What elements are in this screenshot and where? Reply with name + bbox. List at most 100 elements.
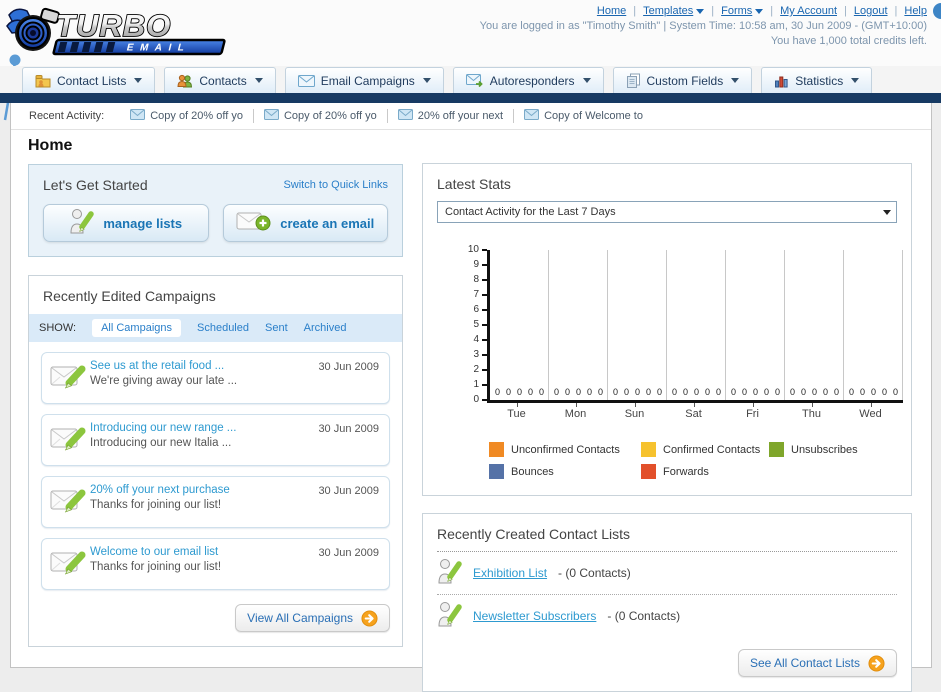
campaign-title-link[interactable]: 20% off your next purchase xyxy=(90,484,318,496)
recent-activity-item[interactable]: 20% off your next xyxy=(386,109,513,123)
campaign-texts: Welcome to our email list Thanks for join… xyxy=(90,546,318,573)
campaign-date: 30 Jun 2009 xyxy=(318,361,379,373)
header-link-logout[interactable]: Logout xyxy=(854,5,888,17)
autoresponder-envelope-icon xyxy=(465,74,484,87)
manage-lists-button[interactable]: manage lists xyxy=(43,204,209,242)
nav-tab-label: Contact Lists xyxy=(57,73,127,88)
campaign-title-link[interactable]: Introducing our new range ... xyxy=(90,422,318,434)
nav-tab-contact-lists[interactable]: Contact Lists xyxy=(22,67,156,93)
view-all-campaigns-button[interactable]: View All Campaigns xyxy=(235,604,390,632)
x-axis-category-label: Thu xyxy=(802,408,821,420)
y-axis-tick-label: 1 xyxy=(473,379,479,390)
header-link-home[interactable]: Home xyxy=(597,5,626,17)
person-pencil-icon xyxy=(437,558,462,588)
y-axis-tick xyxy=(482,279,487,281)
x-axis-category-label: Sat xyxy=(685,408,702,420)
top-header: TURBO EMAIL Home | Templates | Forms | My Acco… xyxy=(0,0,941,121)
chevron-down-icon xyxy=(731,78,740,83)
data-value-label: 0 xyxy=(715,387,721,397)
data-value-label: 0 xyxy=(505,387,511,397)
y-axis-tick-label: 3 xyxy=(473,349,479,360)
nav-tab-label: Statistics xyxy=(795,73,844,88)
contact-lists-items: Exhibition List - (0 Contacts) Newsletter … xyxy=(437,552,897,637)
legend-label: Forwards xyxy=(663,465,709,478)
svg-text:TURBO: TURBO xyxy=(56,8,171,43)
orange-arrow-icon xyxy=(868,654,885,672)
x-axis-tick xyxy=(575,403,577,407)
show-label: SHOW: xyxy=(39,322,77,334)
nav-tab-custom-fields[interactable]: Custom Fields xyxy=(612,67,753,93)
contact-list-item: Newsletter Subscribers - (0 Contacts) xyxy=(437,595,897,637)
campaign-subtitle: Thanks for joining our list! xyxy=(90,561,222,573)
campaign-title-link[interactable]: Welcome to our email list xyxy=(90,546,318,558)
recent-activity-item[interactable]: Copy of 20% off yo xyxy=(120,109,253,123)
nav-tab-contacts[interactable]: Contacts xyxy=(164,67,276,93)
header-link-forms[interactable]: Forms xyxy=(721,5,764,17)
campaign-list-item: Introducing our new range ... Introducing… xyxy=(41,414,390,466)
y-axis-tick xyxy=(482,339,487,341)
x-axis-tick xyxy=(516,403,518,407)
campaigns-filter-sent[interactable]: Sent xyxy=(265,322,288,334)
campaign-date: 30 Jun 2009 xyxy=(318,485,379,497)
recent-activity-item-label: Copy of 20% off yo xyxy=(283,110,377,122)
nav-tab-label: Autoresponders xyxy=(489,73,575,88)
nav-tab-label: Contacts xyxy=(199,73,247,88)
envelope-pencil-icon xyxy=(50,547,90,582)
contact-list-detail: - (0 Contacts) xyxy=(607,609,681,623)
campaign-date: 30 Jun 2009 xyxy=(318,423,379,435)
svg-text:EMAIL: EMAIL xyxy=(125,43,191,54)
data-value-label: 0 xyxy=(789,387,795,397)
campaign-texts: 20% off your next purchase Thanks for joi… xyxy=(90,484,318,511)
campaign-title-link[interactable]: See us at the retail food ... xyxy=(90,360,318,372)
nav-tab-autoresponders[interactable]: Autoresponders xyxy=(452,67,604,93)
data-value-label: 0 xyxy=(656,387,662,397)
x-axis-tick xyxy=(693,403,695,407)
chart-gridline xyxy=(666,250,667,400)
contact-list-detail: - (0 Contacts) xyxy=(558,566,631,580)
login-info: You are logged in as "Timothy Smith" | S… xyxy=(479,20,927,32)
envelope-pencil-icon xyxy=(50,423,90,458)
contact-list-name-link[interactable]: Exhibition List xyxy=(473,566,547,580)
header-link-templates[interactable]: Templates xyxy=(643,5,705,17)
y-axis-tick-label: 5 xyxy=(473,319,479,330)
left-column: Home Let's Get Started Switch to Quick L… xyxy=(28,130,403,692)
see-all-contact-lists-button[interactable]: See All Contact Lists xyxy=(737,649,897,677)
header-link-my-account[interactable]: My Account xyxy=(780,5,837,17)
header-link-separator: | xyxy=(711,5,715,17)
see-all-contact-lists-label: See All Contact Lists xyxy=(749,656,860,670)
latest-stats-panel: Latest Stats Contact Activity for the La… xyxy=(422,163,912,496)
campaigns-filter-scheduled[interactable]: Scheduled xyxy=(197,322,249,334)
y-axis-tick-label: 9 xyxy=(473,259,479,270)
recent-activity-item[interactable]: Copy of Welcome to xyxy=(513,109,653,123)
help-bubble-icon[interactable] xyxy=(933,3,941,19)
contact-list-name-link[interactable]: Newsletter Subscribers xyxy=(473,609,596,623)
nav-tab-statistics[interactable]: Statistics xyxy=(761,67,873,93)
campaigns-filter-archived[interactable]: Archived xyxy=(304,322,347,334)
data-value-label: 0 xyxy=(671,387,677,397)
campaigns-filter-all-campaigns[interactable]: All Campaigns xyxy=(92,319,181,337)
header-link-help[interactable]: Help xyxy=(904,5,927,17)
switch-to-quick-links-link[interactable]: Switch to Quick Links xyxy=(283,179,388,191)
y-axis-tick-label: 10 xyxy=(467,244,479,255)
data-value-label: 0 xyxy=(822,387,828,397)
recently-edited-campaigns-panel: Recently Edited Campaigns SHOW: All Camp… xyxy=(28,275,403,647)
nav-tab-email-campaigns[interactable]: Email Campaigns xyxy=(284,67,444,93)
data-value-label: 0 xyxy=(833,387,839,397)
legend-label: Confirmed Contacts xyxy=(663,443,761,456)
bounces-swatch xyxy=(489,464,504,479)
navy-divider-bar xyxy=(0,93,941,103)
unconfirmed-contacts-swatch xyxy=(489,442,504,457)
recent-activity-item[interactable]: Copy of 20% off yo xyxy=(252,109,387,123)
campaign-date: 30 Jun 2009 xyxy=(318,547,379,559)
chevron-down-icon xyxy=(582,78,591,83)
contact-list-item: Exhibition List - (0 Contacts) xyxy=(437,552,897,595)
chevron-down-icon xyxy=(883,209,891,215)
contact-lists-folder-icon xyxy=(35,74,51,88)
header-right: Home | Templates | Forms | My Account | Logout | H… xyxy=(480,5,927,47)
recent-activity-items: Copy of 20% off yo Copy of 20% off yo 20% … xyxy=(120,108,653,124)
stats-filter-select[interactable]: Contact Activity for the Last 7 Days xyxy=(437,201,897,223)
turbo-logo-graphic: TURBO EMAIL xyxy=(6,7,226,56)
campaign-list: See us at the retail food ... We're givin… xyxy=(29,352,402,590)
x-axis-tick xyxy=(811,403,813,407)
create-an-email-button[interactable]: create an email xyxy=(222,204,388,242)
